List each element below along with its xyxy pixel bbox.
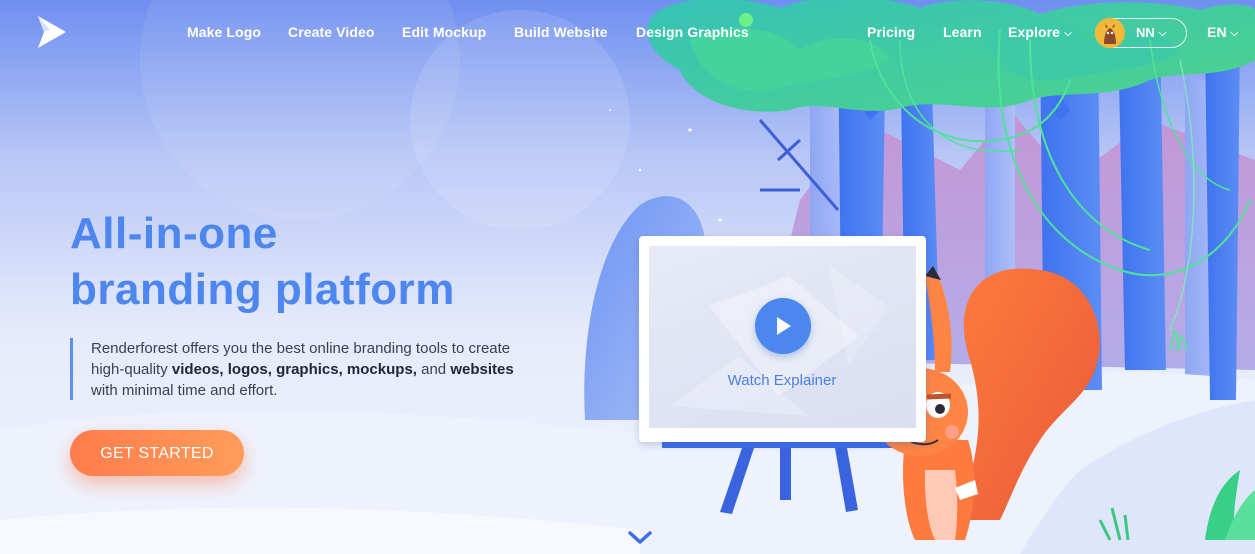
- hero-description: Renderforest offers you the best online …: [70, 338, 540, 400]
- chevron-down-icon: ⌵: [1064, 28, 1072, 39]
- scroll-down-chevron-icon[interactable]: [626, 528, 654, 548]
- nav-explore-label: Explore: [1008, 24, 1061, 40]
- user-menu-button[interactable]: NN ⌵: [1095, 18, 1187, 48]
- nav-pricing[interactable]: Pricing: [867, 24, 915, 40]
- avatar: [1095, 18, 1125, 48]
- hero-title: All-in-one branding platform: [70, 206, 590, 318]
- nav-design-graphics[interactable]: Design Graphics: [636, 24, 749, 40]
- hero-desc-text: and: [416, 361, 451, 378]
- hero-desc-bold-websites: websites: [450, 361, 514, 378]
- play-icon: [777, 317, 791, 335]
- chevron-down-icon: ⌵: [1230, 28, 1239, 39]
- nav-explore-dropdown[interactable]: Explore ⌵: [1008, 24, 1072, 40]
- renderforest-play-logo-icon[interactable]: [36, 14, 68, 50]
- nav-make-logo[interactable]: Make Logo: [187, 24, 261, 40]
- language-selector[interactable]: EN ⌵: [1207, 24, 1238, 40]
- get-started-button[interactable]: GET STARTED: [70, 430, 244, 476]
- nav-create-video[interactable]: Create Video: [288, 24, 375, 40]
- user-initials: NN ⌵: [1136, 25, 1167, 40]
- hero-desc-bold-products: videos, logos, graphics, mockups,: [171, 361, 417, 378]
- nav-edit-mockup[interactable]: Edit Mockup: [402, 24, 486, 40]
- language-label: EN: [1207, 24, 1227, 40]
- watch-explainer-link[interactable]: Watch Explainer: [702, 372, 862, 389]
- hero-desc-text: with minimal time and effort.: [91, 382, 278, 399]
- chevron-down-icon: ⌵: [1158, 28, 1167, 39]
- nav-build-website[interactable]: Build Website: [514, 24, 608, 40]
- hero-title-line-1: All-in-one: [70, 209, 278, 258]
- hero-title-line-2: branding platform: [70, 265, 455, 314]
- nav-learn[interactable]: Learn: [943, 24, 982, 40]
- top-navigation: Make Logo Create Video Edit Mockup Build…: [0, 0, 1255, 66]
- play-explainer-button[interactable]: [755, 298, 811, 354]
